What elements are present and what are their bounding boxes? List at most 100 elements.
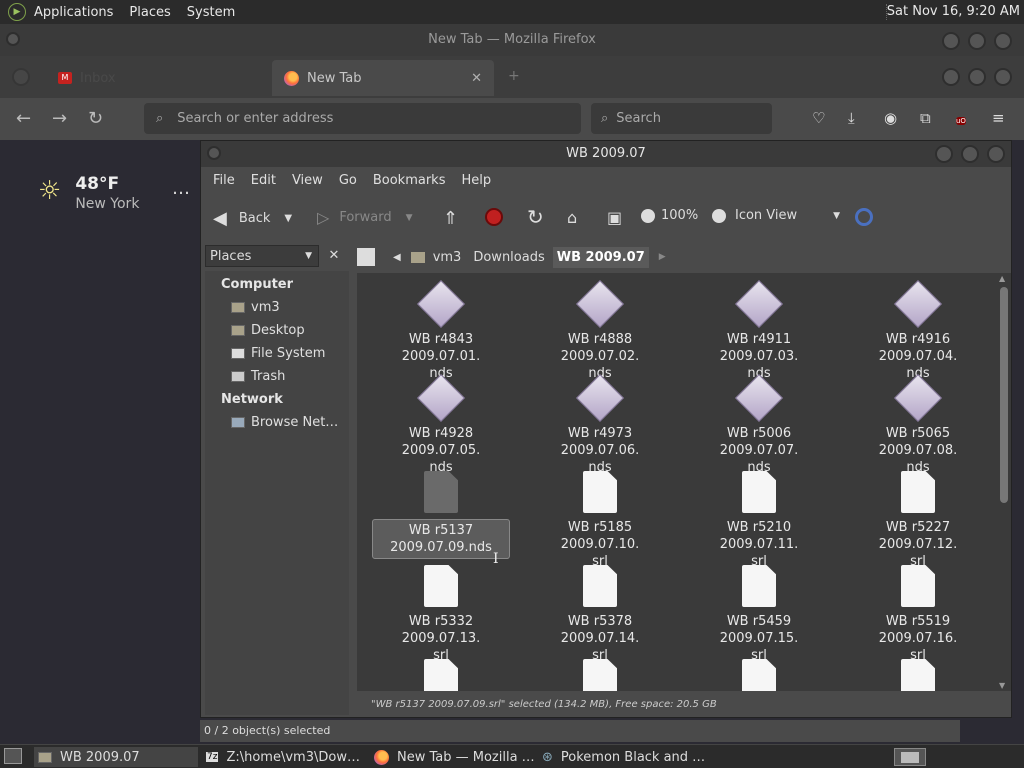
forward-dropdown-icon[interactable]: ▼ — [406, 213, 413, 223]
weather-widget[interactable]: ☼ 48°F New York … — [38, 174, 190, 212]
reload-icon-fm[interactable]: ↻ — [527, 205, 544, 229]
show-desktop-icon[interactable] — [4, 748, 22, 764]
file-item[interactable]: WB r4928 2009.07.05. nds — [371, 373, 511, 476]
maximize-button-2[interactable] — [968, 68, 986, 86]
fm-close-button[interactable] — [987, 145, 1005, 163]
file-item[interactable]: WB r4973 2009.07.06. nds — [530, 373, 670, 476]
file-item[interactable]: WB r5459 2009.07.15. srl — [689, 565, 829, 664]
breadcrumb-current[interactable]: WB 2009.07 — [552, 246, 649, 268]
places-menu[interactable]: Places — [129, 5, 170, 20]
vertical-scrollbar[interactable]: ▲ ▼ — [997, 273, 1011, 691]
file-item[interactable]: WB r4888 2009.07.02.nds — [530, 279, 670, 382]
file-item[interactable]: WB r5332 2009.07.13. srl — [371, 565, 511, 664]
panel-clock[interactable]: Sat Nov 16, 9:20 AM — [887, 4, 1020, 19]
fm-minimize-button[interactable] — [935, 145, 953, 163]
scroll-up-icon[interactable]: ▲ — [999, 274, 1005, 283]
hamburger-menu-icon[interactable]: ≡ — [992, 109, 1005, 127]
file-item-selected[interactable]: WB r5137 2009.07.09.nds — [371, 471, 511, 559]
file-icon[interactable] — [583, 659, 617, 691]
scrollbar-thumb[interactable] — [1000, 287, 1008, 503]
up-icon[interactable]: ⇑ — [443, 208, 458, 229]
path-left-chevron-icon[interactable]: ◀ — [393, 252, 401, 263]
breadcrumb-vm3[interactable]: vm3 — [429, 247, 466, 268]
window-menu-icon[interactable] — [6, 32, 20, 46]
sidebar-item-browse-network[interactable]: Browse Net… — [231, 415, 338, 430]
menu-help[interactable]: Help — [453, 171, 499, 195]
back-arrow-icon[interactable]: ← — [16, 108, 31, 129]
sidebar-item-desktop[interactable]: Desktop — [231, 323, 305, 338]
task-7zip[interactable]: 7z Z:\home\vm3\Dow… — [202, 747, 366, 767]
breadcrumb-downloads[interactable]: Downloads — [469, 247, 548, 268]
close-button[interactable] — [994, 32, 1012, 50]
zoom-in-icon[interactable] — [712, 208, 727, 223]
close-sidebar-icon[interactable]: ✕ — [323, 245, 345, 267]
forward-button[interactable]: ▷ Forward ▼ — [317, 208, 413, 227]
extensions-icon[interactable]: ⧉ — [920, 109, 931, 127]
weather-more-icon[interactable]: … — [172, 178, 190, 199]
sidebar-item-vm3[interactable]: vm3 — [231, 300, 280, 315]
file-item[interactable]: WB r5378 2009.07.14. srl — [530, 565, 670, 664]
zoom-control[interactable]: 100% — [641, 208, 727, 223]
task-emulator[interactable]: ⊛ Pokemon Black and … — [538, 747, 708, 767]
zoom-out-icon[interactable] — [641, 208, 655, 223]
distro-logo-icon[interactable]: ▶ — [8, 3, 26, 21]
file-item[interactable]: WB r5210 2009.07.11. srl — [689, 471, 829, 570]
menu-view[interactable]: View — [284, 171, 331, 195]
menu-edit[interactable]: Edit — [243, 171, 284, 195]
account-icon[interactable]: ◉ — [884, 109, 897, 127]
edit-path-icon[interactable] — [357, 248, 375, 266]
fm-maximize-button[interactable] — [961, 145, 979, 163]
file-icon[interactable] — [742, 659, 776, 691]
workspace-switcher[interactable] — [894, 748, 926, 766]
back-button[interactable]: ◀ Back ▼ — [213, 208, 292, 229]
task-firefox[interactable]: New Tab — Mozilla … — [370, 747, 536, 767]
file-item[interactable]: WB r4843 2009.07.01.nds — [371, 279, 511, 382]
pocket-icon[interactable]: ♡ — [812, 109, 825, 127]
close-button-2[interactable] — [994, 68, 1012, 86]
menu-file[interactable]: File — [205, 171, 243, 195]
file-item[interactable]: WB r5065 2009.07.08. nds — [848, 373, 988, 476]
computer-icon[interactable]: ▣ — [607, 208, 622, 227]
file-icon[interactable] — [424, 659, 458, 691]
back-dropdown-icon[interactable]: ▼ — [284, 213, 292, 224]
file-item[interactable]: WB r5185 2009.07.10. srl — [530, 471, 670, 570]
icon-view[interactable]: WB r4843 2009.07.01.ndsWB r4888 2009.07.… — [357, 273, 997, 691]
tab-inbox[interactable]: M Inbox — [50, 64, 270, 92]
sidebar-item-file-system[interactable]: File System — [231, 346, 325, 361]
file-item[interactable]: WB r4911 2009.07.03.nds — [689, 279, 829, 382]
scroll-down-icon[interactable]: ▼ — [999, 681, 1005, 690]
forward-arrow-icon[interactable]: → — [52, 108, 67, 129]
tab-list-icon[interactable] — [12, 68, 30, 86]
applications-menu[interactable]: Applications — [34, 5, 113, 20]
stop-icon[interactable] — [485, 208, 503, 226]
minimize-button-2[interactable] — [942, 68, 960, 86]
ublock-icon[interactable]: uO — [956, 109, 966, 129]
nds-rom-icon — [575, 279, 625, 329]
file-item[interactable]: WB r5227 2009.07.12. srl — [848, 471, 988, 570]
window-menu-icon-fm[interactable] — [207, 146, 221, 160]
view-mode-select[interactable]: Icon View ▼ — [735, 208, 840, 223]
url-bar[interactable]: ⌕ Search or enter address — [144, 103, 581, 134]
tab-new-tab[interactable]: New Tab ✕ — [272, 60, 494, 96]
close-tab-icon[interactable]: ✕ — [471, 71, 482, 86]
maximize-button[interactable] — [968, 32, 986, 50]
downloads-icon[interactable]: ⤓ — [848, 109, 855, 127]
file-item[interactable]: WB r5519 2009.07.16. srl — [848, 565, 988, 664]
menu-bookmarks[interactable]: Bookmarks — [365, 171, 454, 195]
file-icon[interactable] — [901, 659, 935, 691]
sidebar-item-trash[interactable]: Trash — [231, 369, 285, 384]
menu-go[interactable]: Go — [331, 171, 365, 195]
search-icon-fm[interactable] — [855, 208, 873, 226]
reload-icon[interactable]: ↻ — [88, 108, 103, 129]
new-tab-icon[interactable]: + — [508, 68, 520, 84]
minimize-button[interactable] — [942, 32, 960, 50]
emulator-icon: ⊛ — [542, 749, 553, 765]
search-bar[interactable]: ⌕ Search — [591, 103, 772, 134]
path-right-chevron-icon[interactable]: ▶ — [659, 252, 666, 262]
places-selector[interactable]: Places ▼ — [205, 245, 319, 267]
file-item[interactable]: WB r4916 2009.07.04.nds — [848, 279, 988, 382]
file-item[interactable]: WB r5006 2009.07.07. nds — [689, 373, 829, 476]
system-menu[interactable]: System — [187, 5, 235, 20]
task-file-manager[interactable]: WB 2009.07 — [34, 747, 198, 767]
home-icon[interactable]: ⌂ — [567, 208, 577, 227]
